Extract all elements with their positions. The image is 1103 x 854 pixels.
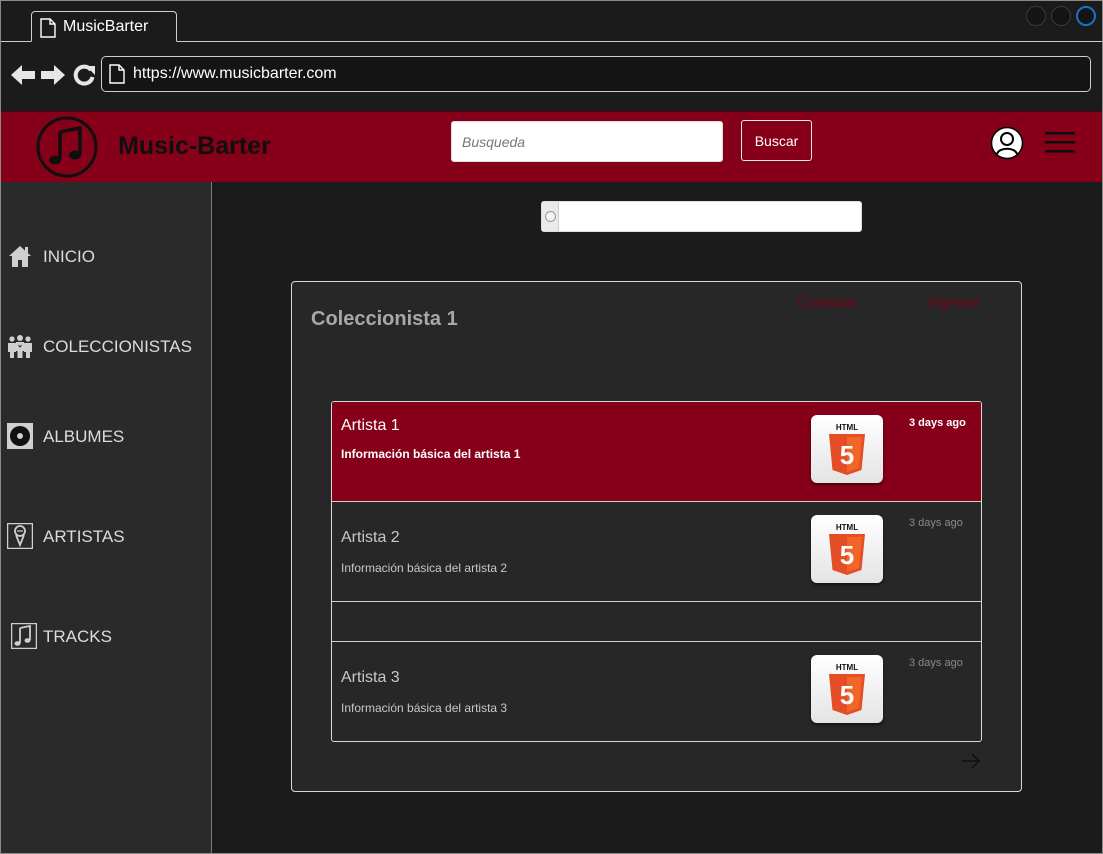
thumb-digit: 5 bbox=[840, 440, 854, 470]
sidebar-item-tracks[interactable]: TRACKS bbox=[1, 616, 211, 656]
filter-search-input[interactable] bbox=[560, 202, 860, 231]
timestamp: 3 days ago bbox=[909, 417, 966, 429]
page-icon bbox=[109, 64, 125, 84]
html5-icon: HTML 5 bbox=[811, 515, 883, 583]
sidebar-item-label: ALBUMES bbox=[43, 427, 125, 446]
collector-card: Coleccionista 1 Contactar Ingresar Artis… bbox=[291, 281, 1022, 792]
thumb-label: HTML bbox=[836, 663, 858, 672]
close-button[interactable] bbox=[1076, 6, 1096, 26]
card-title: Coleccionista 1 bbox=[311, 308, 458, 330]
artist-info: Información básica del artista 2 bbox=[341, 561, 508, 575]
html5-icon: HTML 5 bbox=[811, 655, 883, 723]
html5-logo: HTML 5 bbox=[829, 663, 865, 715]
sidebar-item-coleccionistas[interactable]: COLECCIONISTAS bbox=[1, 326, 211, 366]
search-input[interactable] bbox=[451, 121, 723, 162]
thumb-label: HTML bbox=[836, 523, 858, 532]
maximize-button[interactable] bbox=[1051, 6, 1071, 26]
thumb-label: HTML bbox=[836, 423, 858, 432]
app-header: Music-Barter Buscar bbox=[1, 111, 1102, 182]
sidebar-item-albumes[interactable]: ALBUMES bbox=[1, 416, 211, 456]
thumb-digit: 5 bbox=[840, 540, 854, 570]
browser-toolbar bbox=[1, 42, 1102, 110]
html5-logo: HTML 5 bbox=[829, 423, 865, 475]
artist-name: Artista 3 bbox=[341, 669, 400, 686]
back-arrow-icon[interactable] bbox=[11, 64, 35, 86]
sidebar-item-inicio[interactable]: INICIO bbox=[1, 236, 211, 276]
list-item[interactable]: Artista 1 Información básica del artista… bbox=[332, 402, 981, 502]
sidebar-item-artistas[interactable]: ARTISTAS bbox=[1, 516, 211, 556]
timestamp: 3 days ago bbox=[909, 517, 963, 529]
thumb-digit: 5 bbox=[840, 680, 854, 710]
ingresar-link[interactable]: Ingresar bbox=[928, 294, 979, 310]
disc-icon bbox=[7, 423, 33, 449]
document-icon bbox=[40, 18, 56, 38]
filter-search-box[interactable] bbox=[541, 201, 862, 232]
artist-info: Información básica del artista 3 bbox=[341, 701, 508, 715]
sidebar-item-label: ARTISTAS bbox=[43, 527, 125, 546]
home-icon bbox=[9, 246, 31, 267]
minimize-button[interactable] bbox=[1026, 6, 1046, 26]
artist-name: Artista 2 bbox=[341, 529, 400, 546]
timestamp: 3 days ago bbox=[909, 657, 963, 669]
forward-arrow-icon[interactable] bbox=[41, 64, 65, 86]
artist-list: Artista 1 Información básica del artista… bbox=[331, 401, 982, 742]
contactar-link[interactable]: Contactar bbox=[797, 294, 858, 310]
tab-bar: MusicBarter bbox=[1, 1, 1102, 42]
people-icon bbox=[8, 335, 32, 358]
radio-toggle-container bbox=[542, 202, 559, 231]
list-item[interactable]: Artista 2 Información básica del artista… bbox=[332, 502, 981, 602]
empty-row bbox=[332, 602, 981, 642]
sidebar-item-label: INICIO bbox=[43, 247, 95, 266]
html5-logo: HTML 5 bbox=[829, 523, 865, 575]
music-note-icon bbox=[11, 623, 37, 649]
address-bar[interactable] bbox=[101, 56, 1091, 92]
artist-name: Artista 1 bbox=[341, 417, 400, 434]
reload-icon[interactable] bbox=[73, 64, 95, 86]
list-item[interactable]: Artista 3 Información básica del artista… bbox=[332, 642, 981, 741]
tab-title: MusicBarter bbox=[63, 18, 149, 35]
html5-icon: HTML 5 bbox=[811, 415, 883, 483]
sidebar: INICIO COLECCIONISTAS ALBUMES ARTISTAS T… bbox=[1, 182, 212, 853]
sidebar-item-label: TRACKS bbox=[43, 627, 112, 646]
user-icon[interactable] bbox=[990, 126, 1024, 160]
hamburger-menu-icon[interactable] bbox=[1045, 132, 1075, 154]
browser-window: MusicBarter https://www.musicbarter.com … bbox=[0, 0, 1103, 854]
arrow-right-icon[interactable] bbox=[961, 752, 981, 770]
brand-name: Music-Barter bbox=[118, 132, 271, 160]
url-input[interactable] bbox=[133, 65, 1033, 83]
sidebar-item-label: COLECCIONISTAS bbox=[43, 337, 192, 356]
browser-tab[interactable]: MusicBarter bbox=[31, 11, 177, 42]
music-note-logo-icon[interactable] bbox=[36, 116, 98, 178]
microphone-icon bbox=[7, 523, 33, 549]
artist-info: Información básica del artista 1 bbox=[341, 447, 521, 461]
search-radio-button[interactable] bbox=[545, 211, 556, 222]
search-button[interactable]: Buscar bbox=[741, 120, 812, 161]
